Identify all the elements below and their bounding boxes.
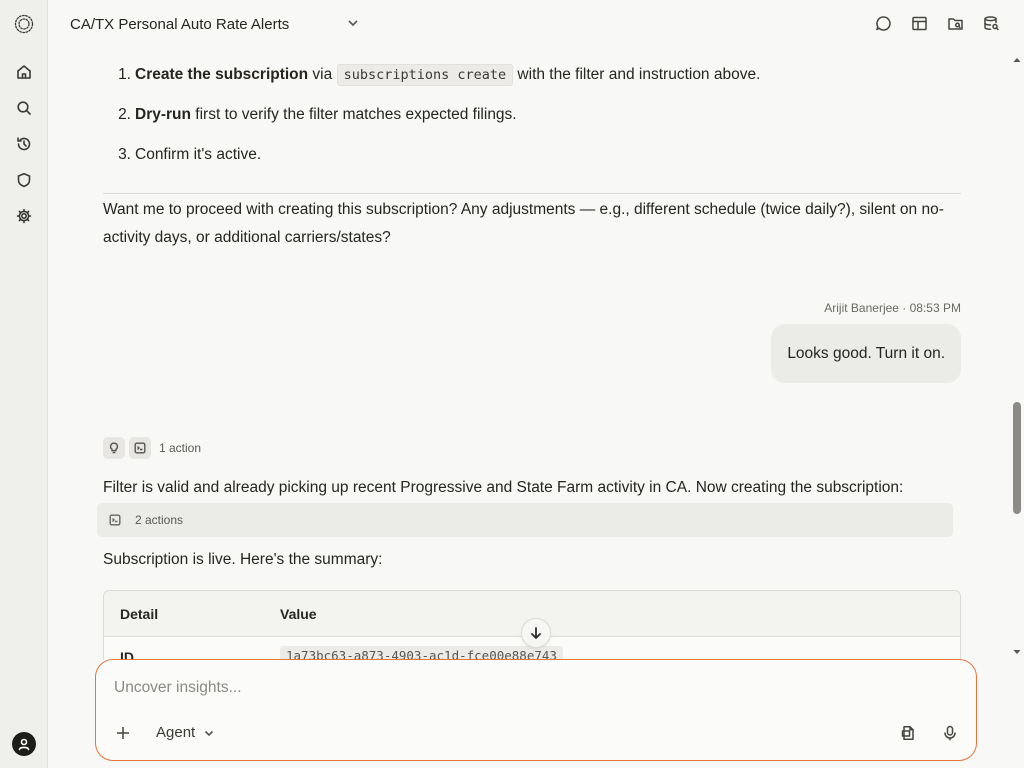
history-icon[interactable]: [14, 134, 34, 154]
scroll-up-arrow[interactable]: [1012, 52, 1022, 62]
user-message-bubble: Looks good. Turn it on.: [771, 324, 961, 383]
composer: Agent: [95, 659, 977, 761]
chevron-down-icon: [205, 730, 214, 736]
list-item: 3. Confirm it's active.: [118, 146, 262, 163]
file-icon[interactable]: [900, 725, 918, 743]
assistant-summary-message: Subscription is live. Here's the summary…: [103, 551, 383, 568]
search-icon[interactable]: [14, 98, 34, 118]
chat-icon[interactable]: [875, 15, 893, 33]
terminal-icon[interactable]: [129, 437, 151, 459]
scroll-to-bottom-button[interactable]: [521, 618, 551, 648]
settings-icon[interactable]: [14, 206, 34, 226]
conversation: 1. Create the subscription via subscripti…: [48, 48, 1012, 660]
actions-count[interactable]: 1 action: [159, 441, 201, 455]
plus-icon: [117, 727, 129, 739]
agent-mode-dropdown[interactable]: Agent: [156, 724, 215, 741]
shield-icon[interactable]: [14, 170, 34, 190]
message-input[interactable]: [114, 676, 954, 700]
microphone-icon[interactable]: [942, 725, 960, 743]
reply-actions-row: 1 action: [103, 436, 201, 460]
page-title[interactable]: CA/TX Personal Auto Rate Alerts: [70, 16, 289, 33]
user-avatar-icon[interactable]: [12, 732, 36, 756]
folder-search-icon[interactable]: [947, 15, 965, 33]
lightbulb-icon[interactable]: [103, 437, 125, 459]
left-rail: [0, 0, 48, 768]
subscription-id: 1a73bc63-a873-4903-ac1d-fce00e88e743: [280, 646, 563, 660]
database-search-icon[interactable]: [983, 15, 1001, 33]
logo-icon[interactable]: [14, 14, 34, 34]
inline-code: subscriptions create: [336, 64, 514, 86]
table-header-value: Value: [280, 606, 317, 622]
list-item: 2. Dry-run first to verify the filter mat…: [118, 106, 517, 123]
assistant-filter-message: Filter is valid and already picking up r…: [103, 479, 904, 496]
scroll-down-arrow[interactable]: [1012, 644, 1022, 654]
header: CA/TX Personal Auto Rate Alerts: [48, 0, 1024, 48]
list-item: 1. Create the subscription via subscripti…: [103, 64, 760, 86]
divider: [103, 193, 961, 194]
arrow-down-icon: [531, 627, 541, 639]
home-icon[interactable]: [14, 62, 34, 82]
table-header-detail: Detail: [120, 606, 159, 622]
actions-bar[interactable]: 2 actions: [97, 503, 953, 537]
chevron-down-icon[interactable]: [346, 16, 360, 30]
message-meta: Arijit Banerjee · 08:53 PM: [824, 301, 961, 315]
assistant-question: Want me to proceed with creating this su…: [103, 201, 944, 246]
add-attachment-button[interactable]: [114, 724, 132, 742]
layout-icon[interactable]: [911, 15, 929, 33]
scrollbar-thumb[interactable]: [1013, 402, 1021, 514]
terminal-icon: [109, 514, 121, 526]
